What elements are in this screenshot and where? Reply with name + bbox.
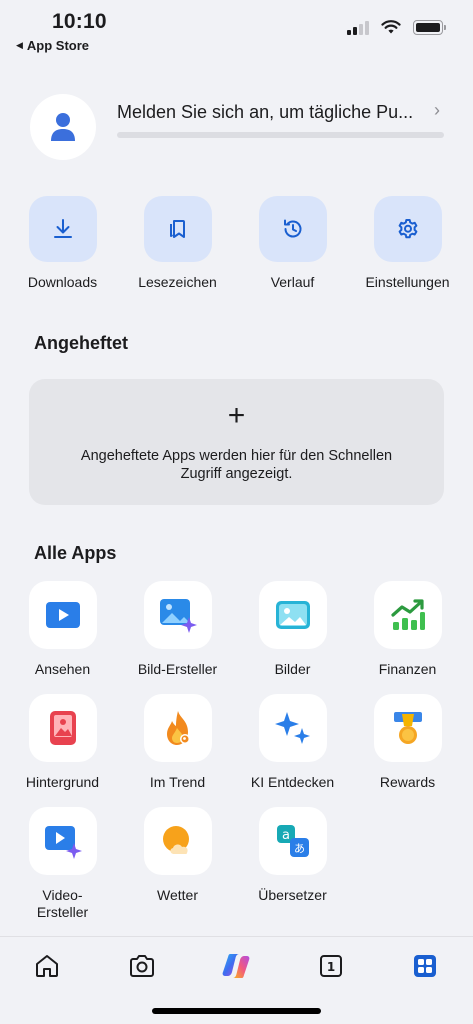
app-label: Hintergrund <box>25 774 100 790</box>
daily-progress-bar <box>117 132 444 138</box>
history-button[interactable]: Verlauf <box>235 196 350 290</box>
bookmarks-label: Lesezeichen <box>138 274 217 290</box>
bookmark-icon <box>169 220 185 238</box>
tab-camera[interactable] <box>127 951 157 981</box>
user-icon <box>51 113 75 141</box>
signin-prompt[interactable]: Melden Sie sich an, um tägliche Pu... <box>117 102 413 123</box>
app-label: Finanzen <box>378 661 437 677</box>
downloads-tile[interactable] <box>28 196 97 262</box>
downloads-label: Downloads <box>27 274 98 290</box>
apps-grid-icon <box>414 955 436 977</box>
app-tile[interactable]: a あ <box>258 807 327 875</box>
profile-signin[interactable]: Melden Sie sich an, um tägliche Pu... › <box>30 94 444 160</box>
app-tile[interactable] <box>143 807 212 875</box>
app-label: Video- Ersteller <box>36 887 89 920</box>
sparkle-icon <box>274 712 310 744</box>
images-icon <box>275 601 310 629</box>
status-indicators <box>347 20 446 35</box>
app-ki-entdecken[interactable]: KI Entdecken <box>235 694 350 791</box>
cellular-signal-icon <box>347 20 369 35</box>
pinned-section-title: Angeheftet <box>34 333 128 353</box>
weather-icon <box>162 826 189 854</box>
app-label: Bild-Ersteller <box>137 661 218 677</box>
flame-icon <box>166 711 190 745</box>
app-label: KI Entdecken <box>250 774 335 790</box>
history-tile[interactable] <box>258 196 327 262</box>
app-tile[interactable] <box>373 581 442 649</box>
translate-icon: a あ <box>276 825 309 857</box>
battery-icon <box>413 20 446 35</box>
app-label: Rewards <box>379 774 436 790</box>
app-tile[interactable] <box>258 581 327 649</box>
tabs-count: 1 <box>327 960 335 974</box>
image-creator-icon <box>159 599 197 633</box>
tab-apps[interactable] <box>410 951 440 981</box>
app-ansehen[interactable]: Ansehen <box>5 581 120 678</box>
app-im-trend[interactable]: Im Trend <box>120 694 235 791</box>
app-label: Wetter <box>157 887 198 903</box>
app-hintergrund[interactable]: Hintergrund <box>5 694 120 791</box>
tab-copilot[interactable] <box>221 951 251 981</box>
status-bar: 10:10 ◀ App Store <box>0 0 473 60</box>
back-app-label: App Store <box>26 38 90 53</box>
avatar[interactable] <box>30 94 96 160</box>
medal-icon <box>393 712 422 744</box>
app-label: Im Trend <box>149 774 206 790</box>
downloads-button[interactable]: Downloads <box>5 196 120 290</box>
back-arrow-icon: ◀ <box>16 40 23 50</box>
home-indicator <box>152 1008 321 1014</box>
history-icon <box>283 219 301 238</box>
app-tile[interactable] <box>28 581 97 649</box>
wallpaper-icon <box>49 711 76 745</box>
status-time: 10:10 <box>52 10 107 33</box>
svg-text:あ: あ <box>294 842 305 855</box>
app-label: Übersetzer <box>258 887 327 903</box>
tabs-icon: 1 <box>320 955 342 977</box>
app-tile[interactable] <box>373 694 442 762</box>
app-bilder[interactable]: Bilder <box>235 581 350 678</box>
app-finanzen[interactable]: Finanzen <box>350 581 465 678</box>
settings-label: Einstellungen <box>365 274 450 290</box>
settings-tile[interactable] <box>373 196 442 262</box>
tab-tabs[interactable]: 1 <box>316 951 346 981</box>
settings-button[interactable]: Einstellungen <box>350 196 465 290</box>
app-tile[interactable] <box>143 694 212 762</box>
app-tile[interactable] <box>258 694 327 762</box>
app-wetter[interactable]: Wetter <box>120 807 235 904</box>
home-icon <box>36 955 58 977</box>
bookmarks-tile[interactable] <box>143 196 212 262</box>
copilot-icon <box>222 954 250 978</box>
svg-text:a: a <box>282 828 290 843</box>
camera-icon <box>130 955 154 977</box>
bookmarks-button[interactable]: Lesezeichen <box>120 196 235 290</box>
add-pinned-app-icon[interactable]: + <box>29 399 444 433</box>
chevron-right-icon: › <box>434 100 440 120</box>
video-creator-icon <box>44 826 82 859</box>
download-icon <box>53 219 72 238</box>
history-label: Verlauf <box>270 274 315 290</box>
all-apps-section-title: Alle Apps <box>34 543 117 563</box>
quick-actions: Downloads Lesezeichen Verlauf Einstellun… <box>0 196 473 296</box>
app-bild-ersteller[interactable]: Bild-Ersteller <box>120 581 235 678</box>
pinned-apps-area[interactable]: + Angeheftete Apps werden hier für den S… <box>29 379 444 505</box>
app-rewards[interactable]: Rewards <box>350 694 465 791</box>
gear-icon <box>398 219 417 239</box>
play-icon <box>45 602 80 628</box>
app-label: Bilder <box>274 661 311 677</box>
app-tile[interactable] <box>28 807 97 875</box>
app-label: Ansehen <box>34 661 91 677</box>
app-tile[interactable] <box>28 694 97 762</box>
back-to-app-link[interactable]: ◀ App Store <box>16 38 89 53</box>
pinned-empty-text: Angeheftete Apps werden hier für den Sch… <box>80 448 393 482</box>
wifi-icon <box>381 20 401 34</box>
app-video-ersteller[interactable]: Video- Ersteller <box>5 807 120 921</box>
tab-home[interactable] <box>32 951 62 981</box>
app-tile[interactable] <box>143 581 212 649</box>
finance-chart-icon <box>390 599 425 630</box>
app-uebersetzer[interactable]: a あ Übersetzer <box>235 807 350 904</box>
